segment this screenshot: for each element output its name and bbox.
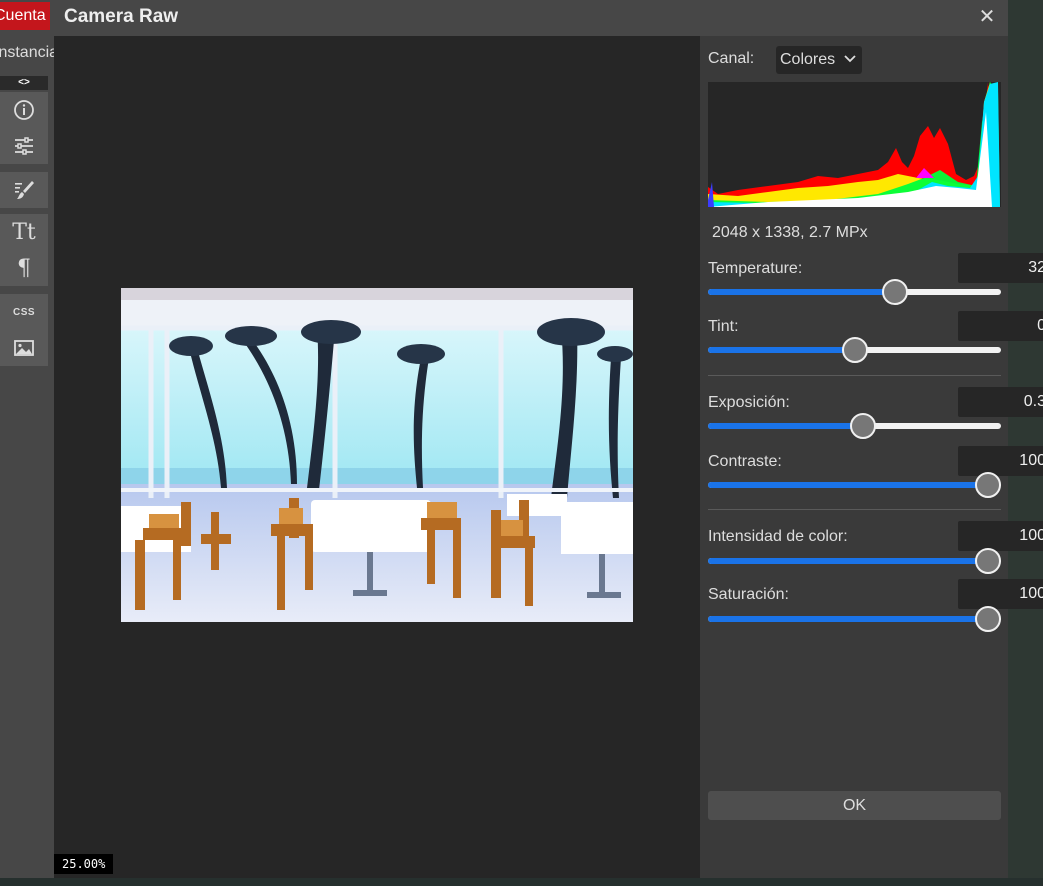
section-divider xyxy=(708,375,1001,376)
exposure-slider[interactable] xyxy=(708,413,1001,439)
temperature-slider[interactable] xyxy=(708,279,1001,305)
dialog-titlebar[interactable]: Camera Raw ✕ xyxy=(54,0,1008,36)
temperature-input[interactable]: 32 xyxy=(958,253,1043,283)
temperature-slider-thumb[interactable] xyxy=(881,279,908,305)
contrast-slider-thumb[interactable] xyxy=(975,472,1001,498)
exposure-slider-thumb[interactable] xyxy=(849,413,876,439)
instances-tab[interactable]: Instancias xyxy=(0,44,54,62)
brush-tool-button[interactable] xyxy=(0,172,48,208)
preview-canvas[interactable]: 25.00% xyxy=(54,36,700,878)
image-info: 2048 x 1338, 2.7 MPx xyxy=(712,224,868,241)
temperature-slider-fill xyxy=(708,289,895,295)
dialog-title: Camera Raw xyxy=(64,6,179,27)
vibrance-input[interactable]: 100 xyxy=(958,521,1043,551)
saturation-slider-thumb[interactable] xyxy=(975,606,1001,632)
ok-button[interactable]: OK xyxy=(708,791,1001,820)
paragraph-icon: ¶ xyxy=(17,255,31,281)
adjustments-panel: Canal: Colores 2048 x 1338, 2.7 MPx Temp… xyxy=(700,36,1043,878)
tint-label: Tint: xyxy=(708,318,739,335)
channel-select[interactable]: Colores xyxy=(776,46,862,74)
tool-group-text: Tt ¶ xyxy=(0,214,48,286)
tool-group-info xyxy=(0,92,48,164)
panel-toggle-button[interactable]: <> xyxy=(0,76,48,90)
image-icon xyxy=(14,340,34,356)
temperature-label: Temperature: xyxy=(708,260,803,277)
saturation-label: Saturación: xyxy=(708,586,789,603)
tool-group-media: CSS xyxy=(0,294,48,366)
css-tool-button[interactable]: CSS xyxy=(0,294,48,330)
photo-preview xyxy=(121,288,633,622)
vibrance-slider-thumb[interactable] xyxy=(975,548,1001,574)
saturation-input[interactable]: 100 xyxy=(958,579,1043,609)
adjustments-tool-button[interactable] xyxy=(0,128,48,164)
brush-icon xyxy=(15,181,34,199)
text-icon: Tt xyxy=(12,219,36,245)
contrast-input[interactable]: 100 xyxy=(958,446,1043,476)
tint-slider-thumb[interactable] xyxy=(841,337,868,363)
exposure-slider-fill xyxy=(708,423,863,429)
text-tool-button[interactable]: Tt xyxy=(0,214,48,250)
section-divider xyxy=(708,509,1001,510)
vibrance-slider-fill xyxy=(708,558,988,564)
close-button[interactable]: ✕ xyxy=(974,4,1000,30)
paragraph-tool-button[interactable]: ¶ xyxy=(0,250,48,286)
histogram xyxy=(708,82,1001,207)
camera-raw-dialog: Camera Raw ✕ 25.00% Canal: Colores 2048 … xyxy=(54,0,1043,878)
app-sidebar: Cuenta Instancias <> Tt ¶ CSS xyxy=(0,0,54,886)
saturation-slider-fill xyxy=(708,616,988,622)
tint-slider-fill xyxy=(708,347,855,353)
app-bottom-bar xyxy=(0,878,1043,886)
vibrance-label: Intensidad de color: xyxy=(708,528,848,545)
app-right-background xyxy=(1008,0,1043,878)
vibrance-slider[interactable] xyxy=(708,548,1001,574)
contrast-slider[interactable] xyxy=(708,472,1001,498)
info-tool-button[interactable] xyxy=(0,92,48,128)
contrast-label: Contraste: xyxy=(708,453,782,470)
channel-select-value: Colores xyxy=(780,51,836,68)
adjustments-icon xyxy=(15,137,33,155)
tint-input[interactable]: 0 xyxy=(958,311,1043,341)
chevron-down-icon xyxy=(844,55,856,63)
info-icon xyxy=(14,100,34,120)
css-icon: CSS xyxy=(12,306,36,318)
image-tool-button[interactable] xyxy=(0,330,48,366)
channel-label: Canal: xyxy=(708,50,755,67)
exposure-label: Exposición: xyxy=(708,394,790,411)
account-button[interactable]: Cuenta xyxy=(0,2,50,30)
exposure-input[interactable]: 0.3 xyxy=(958,387,1043,417)
zoom-indicator: 25.00% xyxy=(54,854,114,874)
tint-slider[interactable] xyxy=(708,337,1001,363)
tool-group-brush xyxy=(0,172,48,208)
contrast-slider-fill xyxy=(708,482,988,488)
saturation-slider[interactable] xyxy=(708,606,1001,632)
